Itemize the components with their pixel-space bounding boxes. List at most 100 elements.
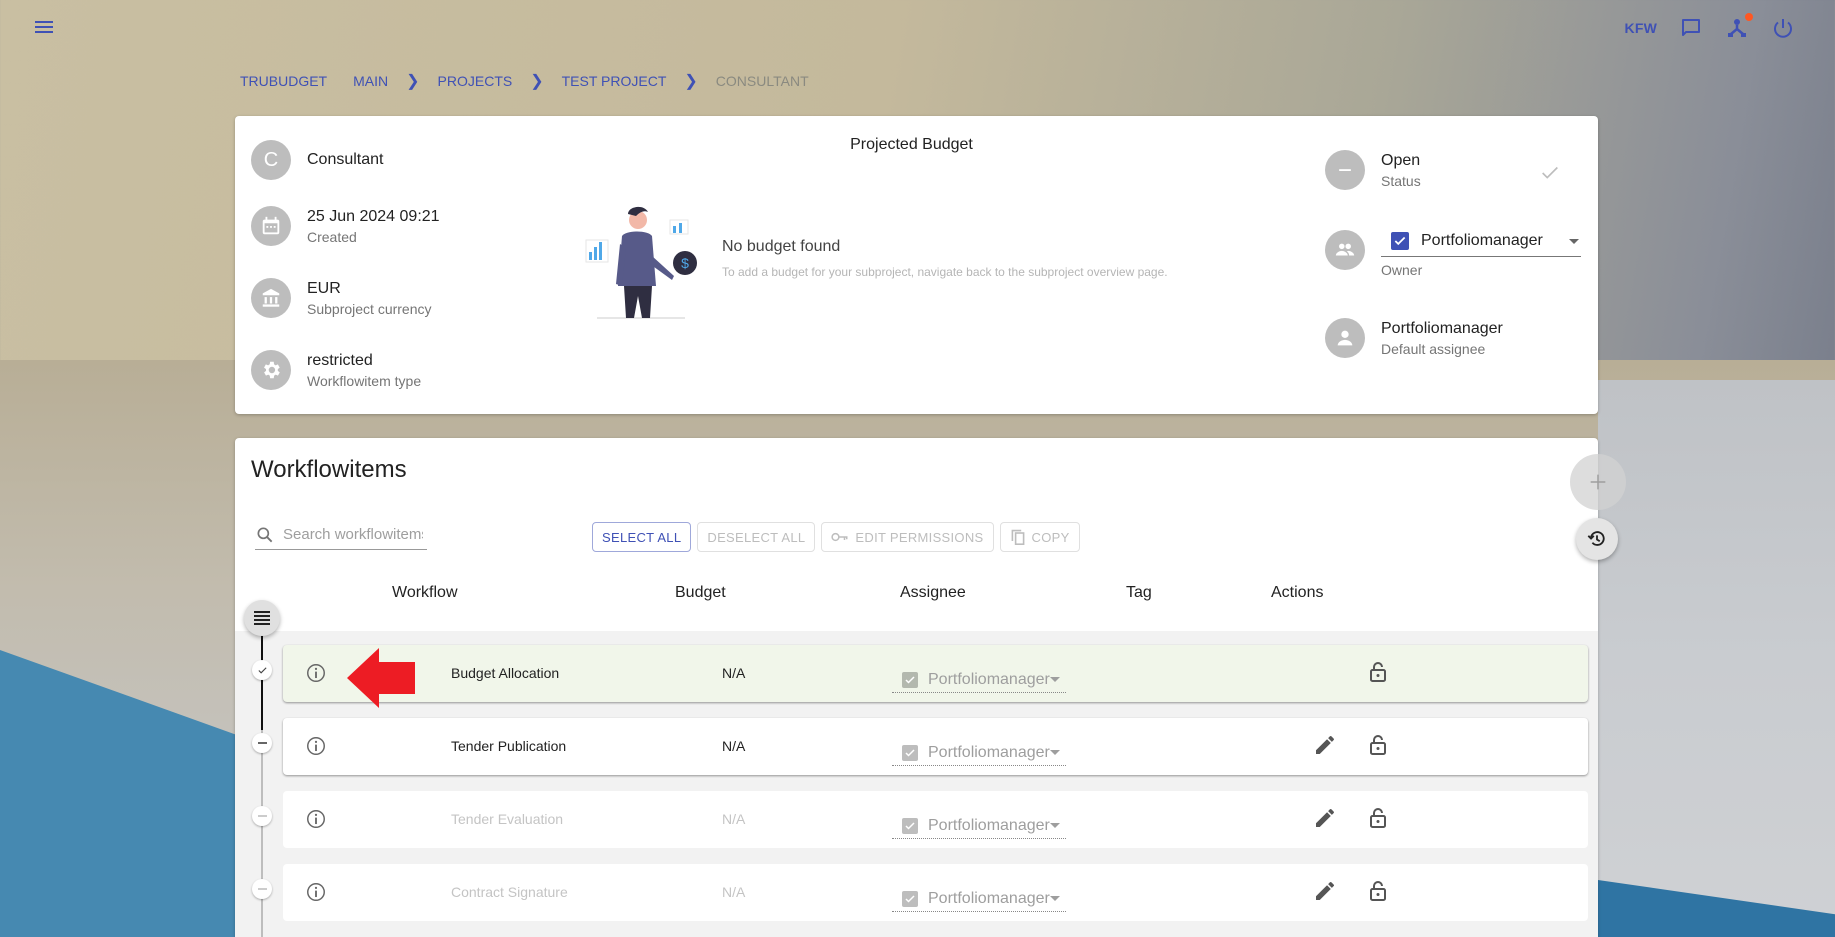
search-icon	[257, 527, 273, 542]
owner-label: Owner	[1381, 262, 1423, 278]
list-icon	[254, 611, 270, 625]
chevron-right-icon: ❯	[530, 73, 544, 90]
minus-icon	[257, 815, 267, 817]
workflowitem-budget: N/A	[722, 665, 746, 681]
background-image-right	[1598, 380, 1835, 937]
check-icon	[905, 821, 915, 830]
breadcrumb-test-project[interactable]: TEST PROJECT	[562, 73, 667, 89]
info-icon[interactable]	[305, 662, 327, 684]
add-workflowitem-button[interactable]	[1570, 454, 1626, 510]
logout-button[interactable]	[1771, 16, 1795, 40]
lock-open-icon[interactable]	[1366, 879, 1390, 903]
copy-label: Copy	[1031, 529, 1070, 545]
edit-permissions-button[interactable]: Edit permissions	[821, 522, 994, 552]
default-assignee-label: Default assignee	[1381, 340, 1486, 357]
reorder-workflowitems-button[interactable]	[244, 600, 280, 636]
info-icon[interactable]	[305, 881, 327, 903]
subproject-name-row: C Consultant	[251, 140, 384, 180]
status-node-open	[252, 806, 272, 826]
key-icon	[831, 532, 848, 542]
projected-budget-title: Projected Budget	[850, 136, 973, 153]
calendar-icon	[262, 216, 280, 235]
people-icon	[1335, 243, 1355, 256]
workflowitems-card: Workflowitems Select all Deselect all Ed…	[235, 438, 1598, 937]
top-right-toolbar: KFW	[1624, 13, 1795, 40]
workflowitem-name[interactable]: Contract Signature	[451, 884, 568, 900]
timeline-line	[261, 631, 263, 730]
workflowitem-name[interactable]: Tender Publication	[451, 738, 566, 754]
breadcrumb-consultant: CONSULTANT	[715, 73, 809, 89]
edit-permissions-label: Edit permissions	[855, 529, 984, 545]
chat-icon	[1682, 19, 1700, 36]
workflowitems-title: Workflowitems	[251, 456, 407, 483]
workflowitem-budget: N/A	[722, 738, 746, 754]
currency-row: EUR Subproject currency	[251, 278, 432, 318]
organization-label: KFW	[1624, 20, 1657, 36]
dropdown-arrow-icon	[1050, 823, 1060, 828]
breadcrumb-projects[interactable]: PROJECTS	[438, 73, 513, 89]
timeline-line-pending	[261, 730, 263, 937]
assignee-checkbox	[902, 671, 918, 688]
subproject-details-card: C Consultant 25 Jun 2024 09:21 Created E…	[235, 116, 1598, 414]
no-budget-hint: To add a budget for your subproject, nav…	[722, 265, 1168, 279]
copy-icon	[1011, 529, 1024, 545]
assignee-select[interactable]: Portfoliomanager	[892, 667, 1066, 693]
menu-icon	[35, 21, 53, 23]
status-value: Open	[1381, 151, 1421, 169]
workflowitem-budget: N/A	[722, 811, 746, 827]
check-icon	[905, 748, 915, 757]
created-row: 25 Jun 2024 09:21 Created	[251, 206, 440, 246]
deselect-all-button[interactable]: Deselect all	[697, 522, 816, 552]
network-button[interactable]	[1725, 13, 1753, 40]
column-assignee: Assignee	[900, 584, 966, 601]
subproject-avatar: C	[251, 140, 291, 180]
breadcrumb-trubudget[interactable]: TRUBUDGET	[240, 73, 327, 89]
default-assignee-value: Portfoliomanager	[1381, 319, 1503, 337]
created-date: 25 Jun 2024 09:21	[307, 207, 440, 225]
assignee-select[interactable]: Portfoliomanager	[892, 813, 1066, 839]
column-tag: Tag	[1126, 584, 1152, 601]
search-field	[255, 520, 427, 550]
edit-pencil-icon[interactable]	[1313, 806, 1337, 830]
table-row[interactable]: Tender Publication N/A Portfoliomanager	[283, 718, 1588, 775]
annotation-arrow-icon	[347, 648, 415, 708]
default-assignee-row: Portfoliomanager Default assignee	[1325, 318, 1503, 358]
table-row[interactable]: Contract Signature N/A Portfoliomanager	[283, 864, 1588, 921]
select-all-button[interactable]: Select all	[592, 522, 692, 552]
assignee-value: Portfoliomanager	[928, 743, 1050, 761]
assignee-value: Portfoliomanager	[928, 816, 1050, 834]
chat-button[interactable]	[1679, 16, 1703, 40]
lock-open-icon[interactable]	[1366, 806, 1390, 830]
workflowitem-name[interactable]: Tender Evaluation	[451, 811, 563, 827]
check-icon	[1542, 166, 1558, 179]
menu-button[interactable]	[30, 18, 58, 44]
workflowitem-budget: N/A	[722, 884, 746, 900]
minus-icon	[1339, 169, 1351, 171]
info-icon[interactable]	[305, 735, 327, 757]
history-button[interactable]	[1576, 518, 1618, 560]
dropdown-arrow-icon	[1050, 750, 1060, 755]
lock-open-icon[interactable]	[1366, 660, 1390, 684]
workflowitem-name[interactable]: Budget Allocation	[451, 665, 559, 681]
column-budget: Budget	[675, 584, 726, 601]
chevron-right-icon: ❯	[684, 73, 698, 90]
copy-button[interactable]: Copy	[999, 522, 1080, 552]
lock-open-icon[interactable]	[1366, 733, 1390, 757]
search-input[interactable]	[283, 526, 423, 543]
owner-select[interactable]: Portfoliomanager	[1381, 232, 1581, 257]
assignee-select[interactable]: Portfoliomanager	[892, 886, 1066, 912]
edit-pencil-icon[interactable]	[1313, 879, 1337, 903]
workflowitem-type-label: Workflowitem type	[307, 372, 422, 389]
owner-checkbox[interactable]	[1391, 232, 1409, 250]
info-icon[interactable]	[305, 808, 327, 830]
assignee-select[interactable]: Portfoliomanager	[892, 740, 1066, 766]
check-icon	[1394, 236, 1406, 246]
status-row: Open Status	[1325, 150, 1421, 190]
breadcrumb-main[interactable]: MAIN	[353, 73, 388, 89]
close-subproject-button[interactable]	[1539, 162, 1561, 189]
edit-pencil-icon[interactable]	[1313, 733, 1337, 757]
power-icon	[1774, 19, 1792, 38]
table-row[interactable]: Tender Evaluation N/A Portfoliomanager	[283, 791, 1588, 848]
workflowitem-type-value: restricted	[307, 351, 373, 369]
table-row[interactable]: Budget Allocation N/A Portfoliomanager	[283, 645, 1588, 702]
